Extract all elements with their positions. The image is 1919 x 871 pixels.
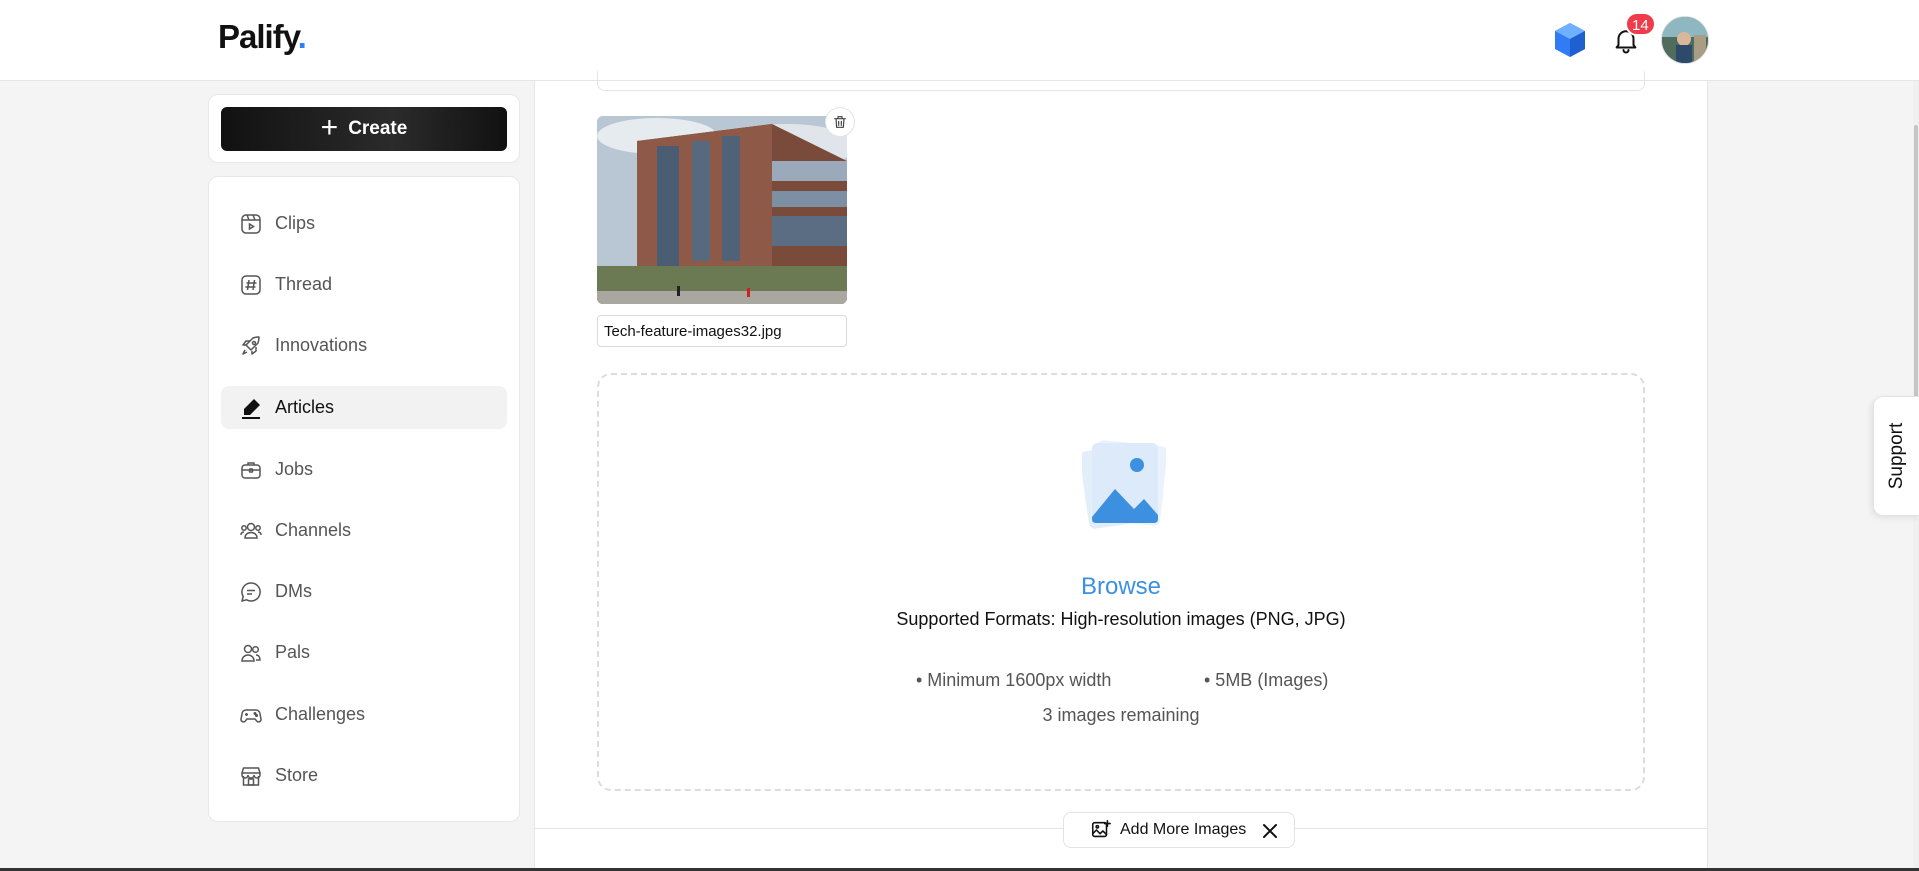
- image-dropzone[interactable]: Browse Supported Formats: High-resolutio…: [597, 373, 1645, 791]
- supported-formats-text: Supported Formats: High-resolution image…: [896, 609, 1346, 629]
- sidebar-item-label: Challenges: [275, 704, 366, 724]
- delete-image-button[interactable]: [825, 107, 855, 137]
- sidebar-item-channels[interactable]: Channels: [221, 509, 507, 552]
- add-image-icon: [1091, 820, 1111, 838]
- browse-link[interactable]: Browse: [599, 573, 1643, 601]
- sidebar-item-label: Channels: [275, 520, 352, 540]
- users-icon: [239, 519, 263, 543]
- sidebar-item-pals[interactable]: Pals: [221, 631, 507, 674]
- sidebar-item-label: Clips: [275, 213, 316, 233]
- palify-logo[interactable]: Palify.: [218, 18, 307, 56]
- sidebar-item-label: Store: [275, 765, 319, 785]
- previous-section-edge: [597, 71, 1645, 91]
- support-label: Support: [1885, 422, 1907, 490]
- sidebar-item-thread[interactable]: Thread: [221, 263, 507, 306]
- hash-icon: [239, 273, 263, 297]
- max-size-requirement: • 5MB (Images): [1204, 670, 1329, 690]
- support-tab[interactable]: Support: [1873, 396, 1919, 516]
- close-icon[interactable]: [1261, 822, 1279, 840]
- briefcase-icon: [239, 458, 263, 482]
- sidebar-item-articles[interactable]: Articles: [221, 386, 507, 429]
- gamepad-icon: [239, 703, 263, 727]
- page-scrollbar-thumb[interactable]: [1914, 125, 1918, 425]
- article-editor-panel: Browse Supported Formats: High-resolutio…: [534, 71, 1708, 871]
- sidebar-item-innovations[interactable]: Innovations: [221, 324, 507, 367]
- sidebar-item-label: Thread: [275, 274, 333, 294]
- sidebar-item-dms[interactable]: DMs: [221, 570, 507, 613]
- sidebar-item-label: Jobs: [275, 459, 314, 479]
- gem-icon[interactable]: [1553, 22, 1587, 58]
- create-button-label: Create: [348, 118, 408, 139]
- add-more-images-label: Add More Images: [1120, 821, 1247, 838]
- pen-icon: [239, 396, 263, 420]
- user-avatar[interactable]: [1661, 16, 1709, 64]
- create-card: + Create: [208, 94, 520, 163]
- image-filename-input[interactable]: [597, 315, 847, 347]
- sidebar-item-challenges[interactable]: Challenges: [221, 693, 507, 736]
- uploaded-image-thumbnail[interactable]: [597, 116, 847, 304]
- pals-icon: [239, 641, 263, 665]
- clips-icon: [239, 212, 263, 236]
- rocket-icon: [239, 334, 263, 358]
- trash-icon: [834, 116, 846, 128]
- sidebar-item-label: Articles: [275, 397, 335, 417]
- sidebar-item-store[interactable]: Store: [221, 754, 507, 797]
- images-remaining-text: 3 images remaining: [1042, 705, 1200, 725]
- sidebar-item-label: DMs: [275, 581, 312, 601]
- image-placeholder-icon: [1082, 440, 1166, 529]
- top-header: Palify. 14: [0, 0, 1919, 81]
- sidebar-item-clips[interactable]: Clips: [221, 202, 507, 245]
- create-button[interactable]: + Create: [221, 107, 507, 151]
- min-width-requirement: • Minimum 1600px width: [916, 670, 1112, 690]
- sidebar-nav: Clips Thread Innovations Articles Jobs C…: [208, 176, 520, 822]
- sidebar-item-label: Innovations: [275, 335, 368, 355]
- chat-icon: [239, 580, 263, 604]
- sidebar-item-jobs[interactable]: Jobs: [221, 448, 507, 491]
- store-icon: [239, 764, 263, 788]
- sidebar-item-label: Pals: [275, 642, 311, 662]
- notification-badge: 14: [1625, 12, 1656, 36]
- plus-icon: +: [320, 110, 339, 144]
